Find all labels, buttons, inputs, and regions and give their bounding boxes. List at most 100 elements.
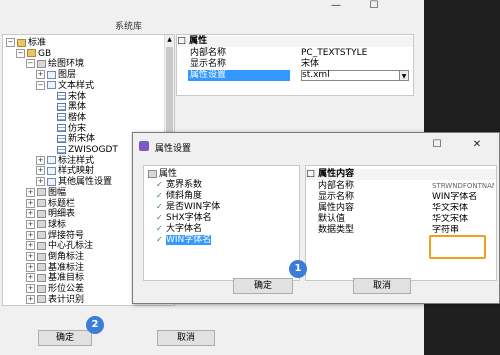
tree-item-label: 样式映射 — [58, 166, 95, 177]
content-name: 属性内容 — [318, 203, 355, 213]
property-row[interactable]: 属性设置 st.xml ▼ — [177, 70, 413, 81]
property-settings-dialog: 属性设置 ☐ ✕ 属性 ✓ 宽界系数 ✓ 倾斜角度 ✓ 是否WIN字体 ✓ SHX字体名 ✓ 大字… — [132, 132, 500, 304]
tree-item[interactable]: + 图幅 — [26, 187, 66, 199]
content-name: 显示名称 — [318, 192, 355, 202]
tree-item[interactable]: − 标准 — [6, 38, 46, 49]
content-row[interactable]: 默认值 华文宋体 — [306, 214, 496, 225]
scroll-up-arrow[interactable]: ▲ — [166, 37, 173, 43]
maximize-button[interactable]: ☐ — [360, 0, 388, 14]
property-list-item[interactable]: ✓ WIN字体名 — [156, 235, 212, 246]
list-root[interactable]: 属性 — [148, 169, 177, 180]
property-value: PC_TEXTSTYLE — [301, 48, 368, 58]
tree-item[interactable]: ZWISOGDT — [46, 145, 118, 156]
properties-header-label: 属性 — [189, 36, 208, 46]
tree-item[interactable]: 楷体 — [46, 113, 86, 124]
tree-item-label: GB — [38, 48, 52, 59]
expand-icon[interactable]: + — [26, 209, 35, 219]
property-name: 属性设置 — [188, 70, 290, 81]
tree-item[interactable]: + 中心孔标注 — [26, 241, 93, 252]
category-icon — [37, 231, 46, 240]
tree-item[interactable]: + 球标 — [26, 219, 66, 231]
content-name: 默认值 — [318, 214, 346, 224]
tree-item-label: 仿宋 — [68, 123, 87, 134]
content-value: STRWNDFONTNAME — [432, 182, 494, 190]
cancel-button[interactable]: 取消 — [353, 278, 411, 294]
property-row[interactable]: 内部名称 PC_TEXTSTYLE — [177, 48, 413, 59]
collapse-icon[interactable]: − — [6, 38, 15, 47]
expand-icon[interactable]: + — [26, 284, 35, 294]
tree-item-label: 基准目标 — [48, 273, 85, 284]
tree-item[interactable]: + 焊接符号 — [26, 230, 85, 242]
collapse-icon[interactable]: − — [26, 59, 35, 69]
collapse-icon[interactable]: − — [16, 48, 25, 58]
tree-item[interactable]: + 明细表 — [26, 209, 75, 220]
property-list-item[interactable]: ✓ 大字体名 — [156, 224, 202, 235]
tree-item[interactable]: − 文本样式 — [36, 80, 94, 92]
text-style-icon — [57, 134, 66, 143]
tree-item-label: 焊接符号 — [48, 230, 85, 241]
tree-item[interactable]: + 基准目标 — [26, 273, 84, 284]
close-button[interactable]: ✕ — [463, 139, 491, 153]
tree-item[interactable]: + 其他属性设置 — [36, 177, 112, 188]
tree-item[interactable]: − 绘图环境 — [26, 59, 84, 70]
category-icon — [37, 252, 46, 261]
maximize-button[interactable]: ☐ — [423, 139, 451, 153]
category-icon — [47, 177, 56, 186]
step-badge-1: 1 — [289, 260, 307, 278]
tree-item[interactable]: + 标题栏 — [26, 198, 75, 210]
expand-icon[interactable]: + — [26, 262, 35, 272]
collapse-icon[interactable]: □ — [177, 36, 186, 47]
expand-icon[interactable]: + — [26, 294, 35, 304]
category-icon — [37, 188, 46, 197]
expand-icon[interactable]: + — [26, 241, 35, 251]
ok-button[interactable]: 确定 — [233, 278, 293, 294]
expand-icon[interactable]: + — [36, 166, 45, 176]
tree-item[interactable]: + 表计识别 — [26, 294, 84, 305]
property-list[interactable]: 属性 ✓ 宽界系数 ✓ 倾斜角度 ✓ 是否WIN字体 ✓ SHX字体名 ✓ 大字体名 ✓ WIN字体名 — [143, 165, 300, 281]
content-value: 华文宋体 — [432, 214, 469, 224]
cancel-button[interactable]: 取消 — [157, 330, 215, 346]
category-icon — [37, 220, 46, 229]
expand-icon[interactable]: + — [36, 155, 45, 165]
expand-icon[interactable]: + — [26, 187, 35, 197]
tree-item[interactable]: + 图层 — [36, 70, 76, 81]
expand-icon[interactable]: + — [26, 252, 35, 261]
tree-item[interactable]: + 倒角标注 — [26, 252, 84, 263]
content-row[interactable]: 显示名称 WIN字体名 — [306, 192, 496, 203]
step-badge-2: 2 — [86, 316, 104, 334]
property-list-item[interactable]: ✓ 是否WIN字体 — [156, 202, 220, 213]
minimize-button[interactable]: — — [322, 0, 350, 14]
content-header: □ 属性内容 — [306, 169, 496, 180]
property-value-select[interactable]: st.xml — [301, 70, 403, 81]
expand-icon[interactable]: + — [26, 198, 35, 208]
content-row[interactable]: 内部名称 STRWNDFONTNAME — [306, 181, 496, 192]
expand-icon[interactable]: + — [26, 273, 35, 283]
tree-item[interactable]: − GB — [16, 48, 52, 60]
expand-icon[interactable]: + — [36, 70, 45, 80]
tree-item[interactable]: + 样式映射 — [36, 166, 94, 177]
dropdown-arrow-icon[interactable]: ▼ — [399, 70, 409, 81]
ok-button[interactable]: 确定 — [38, 330, 92, 346]
collapse-icon[interactable]: □ — [306, 169, 315, 180]
check-icon: ✓ — [156, 201, 163, 211]
property-list-item[interactable]: ✓ 宽界系数 — [156, 180, 202, 191]
collapse-icon[interactable]: − — [36, 80, 45, 90]
property-list-item[interactable]: ✓ SHX字体名 — [156, 213, 212, 224]
text-style-icon — [57, 124, 66, 133]
highlight-box — [429, 235, 486, 259]
folder-icon — [17, 38, 26, 47]
tree-item[interactable]: 新宋体 — [46, 134, 95, 145]
tree-item[interactable]: 仿宋 — [46, 124, 86, 135]
category-icon — [37, 273, 46, 282]
tree-item-label: 倒角标注 — [48, 252, 85, 262]
tree-item[interactable]: + 形位公差 — [26, 284, 84, 295]
property-row[interactable]: 显示名称 宋体 — [177, 59, 413, 70]
tree-item[interactable]: 黑体 — [46, 102, 86, 113]
list-root-label: 属性 — [159, 169, 178, 179]
expand-icon[interactable]: + — [26, 219, 35, 229]
property-list-item[interactable]: ✓ 倾斜角度 — [156, 191, 202, 202]
expand-icon[interactable]: + — [36, 177, 45, 187]
expand-icon[interactable]: + — [26, 230, 35, 240]
content-row[interactable]: 属性内容 华文宋体 — [306, 203, 496, 214]
tree-item[interactable]: 宋体 — [46, 92, 86, 103]
